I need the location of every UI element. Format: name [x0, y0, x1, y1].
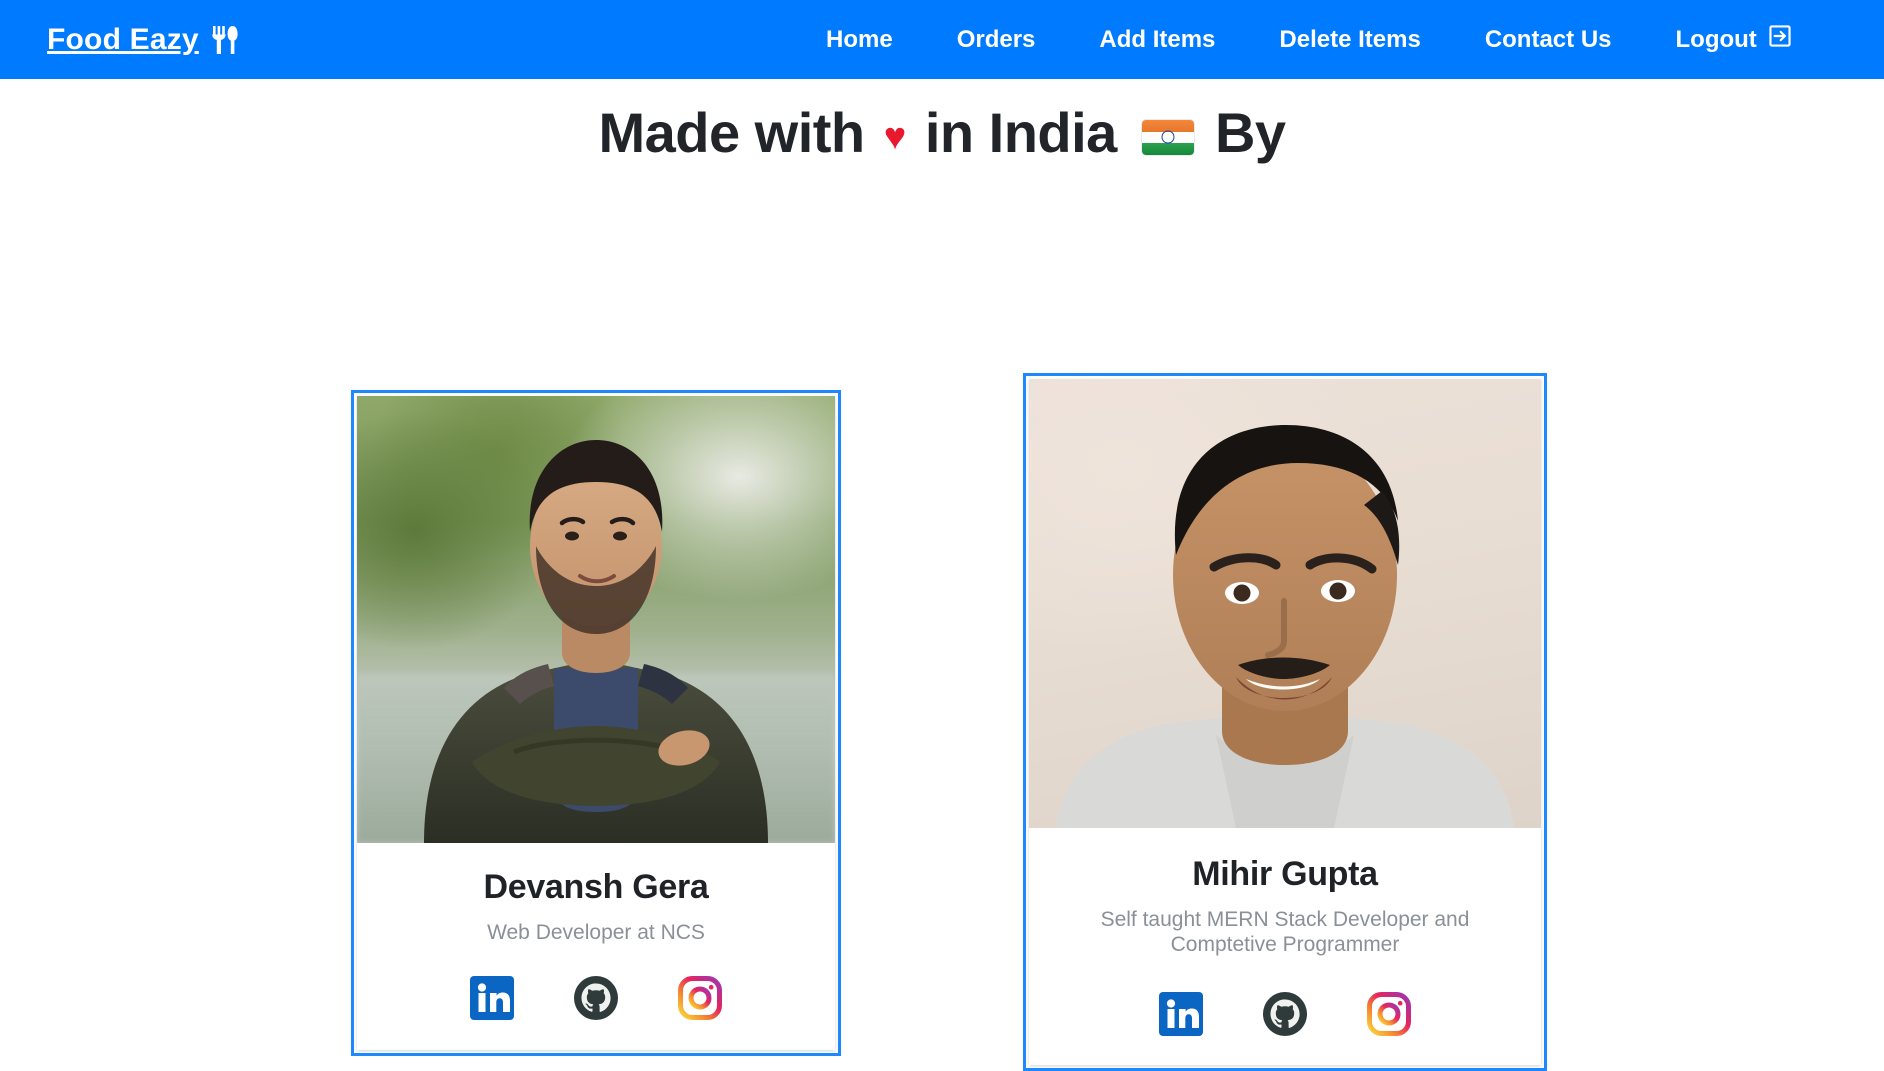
nav-item-logout[interactable]: Logout: [1676, 23, 1793, 56]
social-links: [1047, 991, 1523, 1037]
profile-name: Mihir Gupta: [1192, 855, 1378, 894]
profile-role: Web Developer at NCS: [487, 920, 705, 944]
profile-card: Devansh Gera Web Developer at NCS: [351, 390, 841, 1057]
nav-item-add-items[interactable]: Add Items: [1099, 26, 1215, 54]
profile-card: Mihir Gupta Self taught MERN Stack Devel…: [1023, 373, 1547, 1071]
fork-and-knife-icon: [211, 25, 239, 55]
top-navigation-bar: Food Eazy Home Orders Add Items Delete I…: [0, 0, 1884, 79]
page-title-prefix: Made with: [598, 101, 865, 164]
sign-out-icon: [1767, 23, 1793, 56]
brand-name: Food Eazy: [47, 22, 199, 56]
instagram-icon[interactable]: [1366, 991, 1412, 1037]
profile-card-body: Devansh Gera Web Developer at NCS: [357, 843, 835, 1050]
logout-label: Logout: [1675, 25, 1757, 53]
linkedin-icon[interactable]: [1158, 991, 1204, 1037]
profile-photo: [1029, 379, 1541, 829]
instagram-icon[interactable]: [677, 975, 723, 1021]
nav-item-contact-us[interactable]: Contact Us: [1485, 26, 1612, 54]
github-icon[interactable]: [573, 975, 619, 1021]
profile-cards-container: Devansh Gera Web Developer at NCS Mihir …: [0, 165, 1884, 1071]
linkedin-icon[interactable]: [469, 975, 515, 1021]
github-icon[interactable]: [1262, 991, 1308, 1037]
india-flag-icon: [1141, 120, 1194, 155]
profile-name: Devansh Gera: [483, 868, 709, 907]
nav-item-delete-items[interactable]: Delete Items: [1279, 26, 1420, 54]
heart-icon: ♥: [883, 116, 907, 158]
profile-card-body: Mihir Gupta Self taught MERN Stack Devel…: [1029, 828, 1541, 1065]
nav-links: Home Orders Add Items Delete Items Conta…: [826, 23, 1793, 56]
nav-item-orders[interactable]: Orders: [957, 26, 1036, 54]
page-title: Made with ♥ in India By: [0, 79, 1884, 165]
page-title-middle: in India: [924, 101, 1118, 164]
brand-logo[interactable]: Food Eazy: [47, 23, 239, 57]
profile-role: Self taught MERN Stack Developer and Com…: [1100, 907, 1470, 956]
profile-photo: [357, 396, 835, 844]
social-links: [375, 975, 817, 1021]
nav-item-home[interactable]: Home: [826, 26, 893, 54]
page-title-suffix: By: [1214, 101, 1286, 164]
